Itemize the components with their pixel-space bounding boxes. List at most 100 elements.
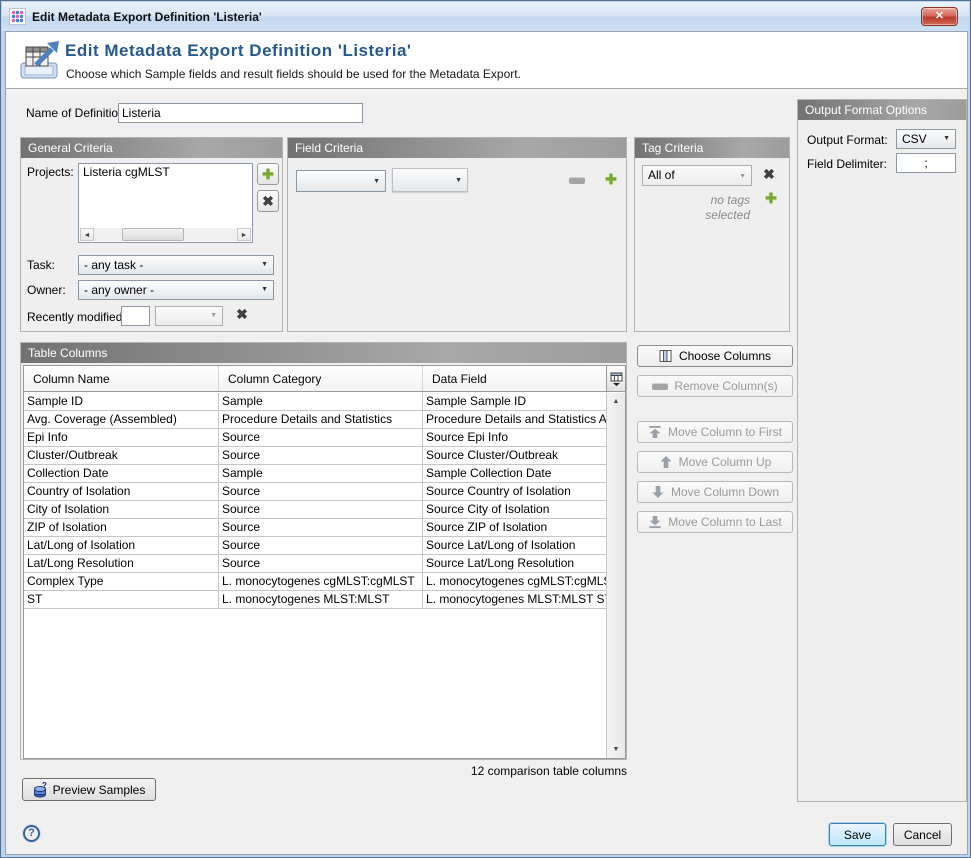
table-cell: Sample [219, 465, 423, 482]
move-down-icon [651, 486, 665, 498]
projects-horizontal-scrollbar[interactable]: ◄ ► [80, 228, 251, 241]
table-cell: Source Epi Info [423, 429, 607, 446]
field-delimiter-label: Field Delimiter: [807, 157, 887, 171]
scroll-down-icon[interactable]: ▼ [607, 746, 625, 753]
scroll-up-icon[interactable]: ▲ [607, 398, 625, 405]
preview-samples-icon: ? [33, 782, 48, 798]
projects-list-items: Listeria cgMLST [79, 164, 252, 180]
output-format-combobox[interactable]: CSV ▼ [896, 129, 956, 149]
table-row[interactable]: Country of IsolationSourceSource Country… [24, 483, 607, 501]
table-cell: Source ZIP of Isolation [423, 519, 607, 536]
table-cell: L. monocytogenes MLST:MLST [219, 591, 423, 608]
table-row[interactable]: ZIP of IsolationSourceSource ZIP of Isol… [24, 519, 607, 537]
projects-list[interactable]: Listeria cgMLST ◄ ► [78, 163, 253, 243]
field-criteria-field-combobox[interactable]: ▼ [296, 170, 386, 192]
table-header-row: Column Name Column Category Data Field [24, 366, 607, 392]
scroll-right-icon[interactable]: ► [237, 228, 251, 241]
recently-modified-unit-combobox[interactable]: ▼ [155, 306, 223, 326]
table-row[interactable]: Sample IDSampleSample Sample ID [24, 393, 607, 411]
column-header[interactable]: Column Name [24, 366, 219, 391]
table-cell: Source [219, 519, 423, 536]
recently-modified-input[interactable] [121, 306, 150, 326]
field-criteria-panel: Field Criteria ▼ ▼ ✚ [287, 137, 627, 332]
help-button[interactable]: ? [23, 825, 40, 842]
tag-mode-combobox[interactable]: All of ▼ [642, 165, 752, 186]
table-cell: Procedure Details and Statistics [219, 411, 423, 428]
table-cell: L. monocytogenes MLST:MLST ST [423, 591, 607, 608]
table-cell: Epi Info [24, 429, 219, 446]
move-column-up-button[interactable]: Move Column Up [637, 451, 793, 473]
app-icon [9, 8, 26, 25]
remove-columns-button[interactable]: Remove Column(s) [637, 375, 793, 397]
table-cell: ST [24, 591, 219, 608]
add-field-criterion-button[interactable]: ✚ [600, 169, 622, 191]
table-row[interactable]: Epi InfoSourceSource Epi Info [24, 429, 607, 447]
add-project-button[interactable]: ✚ [257, 163, 279, 185]
general-criteria-title: General Criteria [21, 138, 282, 158]
move-to-first-icon [648, 426, 662, 438]
table-row[interactable]: STL. monocytogenes MLST:MLSTL. monocytog… [24, 591, 607, 609]
table-row[interactable]: Lat/Long ResolutionSourceSource Lat/Long… [24, 555, 607, 573]
name-of-definition-input[interactable] [118, 103, 363, 123]
owner-combobox[interactable]: - any owner - ▼ [78, 280, 274, 300]
choose-columns-button[interactable]: Choose Columns [637, 345, 793, 367]
field-criteria-operator-combobox[interactable]: ▼ [392, 168, 468, 192]
add-tag-button[interactable]: ✚ [760, 188, 782, 210]
clear-recently-modified-button[interactable]: ✖ [231, 304, 253, 326]
table-cell: Collection Date [24, 465, 219, 482]
title-bar[interactable]: Edit Metadata Export Definition 'Listeri… [2, 2, 969, 31]
close-icon: ✕ [935, 10, 944, 22]
move-to-last-icon [648, 516, 662, 528]
table-cell: Source Lat/Long of Isolation [423, 537, 607, 554]
chevron-down-icon: ▼ [261, 286, 268, 293]
page-subtitle: Choose which Sample fields and result fi… [66, 67, 521, 81]
help-icon: ? [28, 827, 35, 839]
output-format-options-panel: Output Format Options Output Format: CSV… [797, 99, 967, 802]
table-row[interactable]: Collection DateSampleSample Collection D… [24, 465, 607, 483]
task-combobox[interactable]: - any task - ▼ [78, 255, 274, 275]
table-cell: Source [219, 483, 423, 500]
table-cell: Source [219, 537, 423, 554]
chevron-down-icon: ▼ [739, 173, 746, 180]
table-row[interactable]: Complex TypeL. monocytogenes cgMLST:cgML… [24, 573, 607, 591]
owner-label: Owner: [27, 283, 66, 297]
table-row[interactable]: City of IsolationSourceSource City of Is… [24, 501, 607, 519]
output-format-options-title: Output Format Options [798, 100, 966, 120]
clear-tags-button[interactable]: ✖ [758, 164, 780, 186]
table-vertical-scrollbar[interactable]: ▲ ▼ [606, 393, 625, 758]
save-button[interactable]: Save [829, 823, 886, 846]
no-tags-selected-text: no tags selected [675, 193, 750, 223]
chevron-down-icon: ▼ [373, 178, 380, 185]
move-column-to-first-button[interactable]: Move Column to First [637, 421, 793, 443]
move-column-to-last-button[interactable]: Move Column to Last [637, 511, 793, 533]
cancel-button[interactable]: Cancel [893, 823, 952, 846]
table-cell: Source [219, 555, 423, 572]
tag-criteria-title: Tag Criteria [635, 138, 789, 158]
project-list-item[interactable]: Listeria cgMLST [79, 164, 252, 180]
field-delimiter-input[interactable] [896, 153, 956, 173]
preview-samples-button[interactable]: ? Preview Samples [22, 778, 156, 801]
table-cell: Procedure Details and Statistics Av… [423, 411, 607, 428]
remove-field-criterion-icon[interactable] [569, 177, 585, 184]
move-column-down-button[interactable]: Move Column Down [637, 481, 793, 503]
table-columns-icon [610, 372, 623, 386]
scrollbar-thumb[interactable] [122, 228, 184, 241]
table-cell: Source [219, 447, 423, 464]
scroll-left-icon[interactable]: ◄ [80, 228, 94, 241]
table-row[interactable]: Lat/Long of IsolationSourceSource Lat/Lo… [24, 537, 607, 555]
field-criteria-title: Field Criteria [288, 138, 626, 158]
column-header[interactable]: Column Category [219, 366, 423, 391]
table-cell: ZIP of Isolation [24, 519, 219, 536]
table-cell: Source Lat/Long Resolution [423, 555, 607, 572]
chevron-down-icon: ▼ [943, 135, 950, 142]
remove-project-button[interactable]: ✖ [257, 190, 279, 212]
table-row[interactable]: Cluster/OutbreakSourceSource Cluster/Out… [24, 447, 607, 465]
column-chooser-button[interactable] [606, 366, 625, 392]
close-button[interactable]: ✕ [921, 7, 958, 26]
table-columns-panel: Table Columns Column Name Column Categor… [20, 342, 627, 760]
table-row[interactable]: Avg. Coverage (Assembled)Procedure Detai… [24, 411, 607, 429]
delete-icon: ✖ [236, 304, 248, 324]
plus-icon: ✚ [262, 164, 274, 184]
choose-columns-icon [659, 350, 673, 362]
column-header[interactable]: Data Field [423, 366, 607, 391]
